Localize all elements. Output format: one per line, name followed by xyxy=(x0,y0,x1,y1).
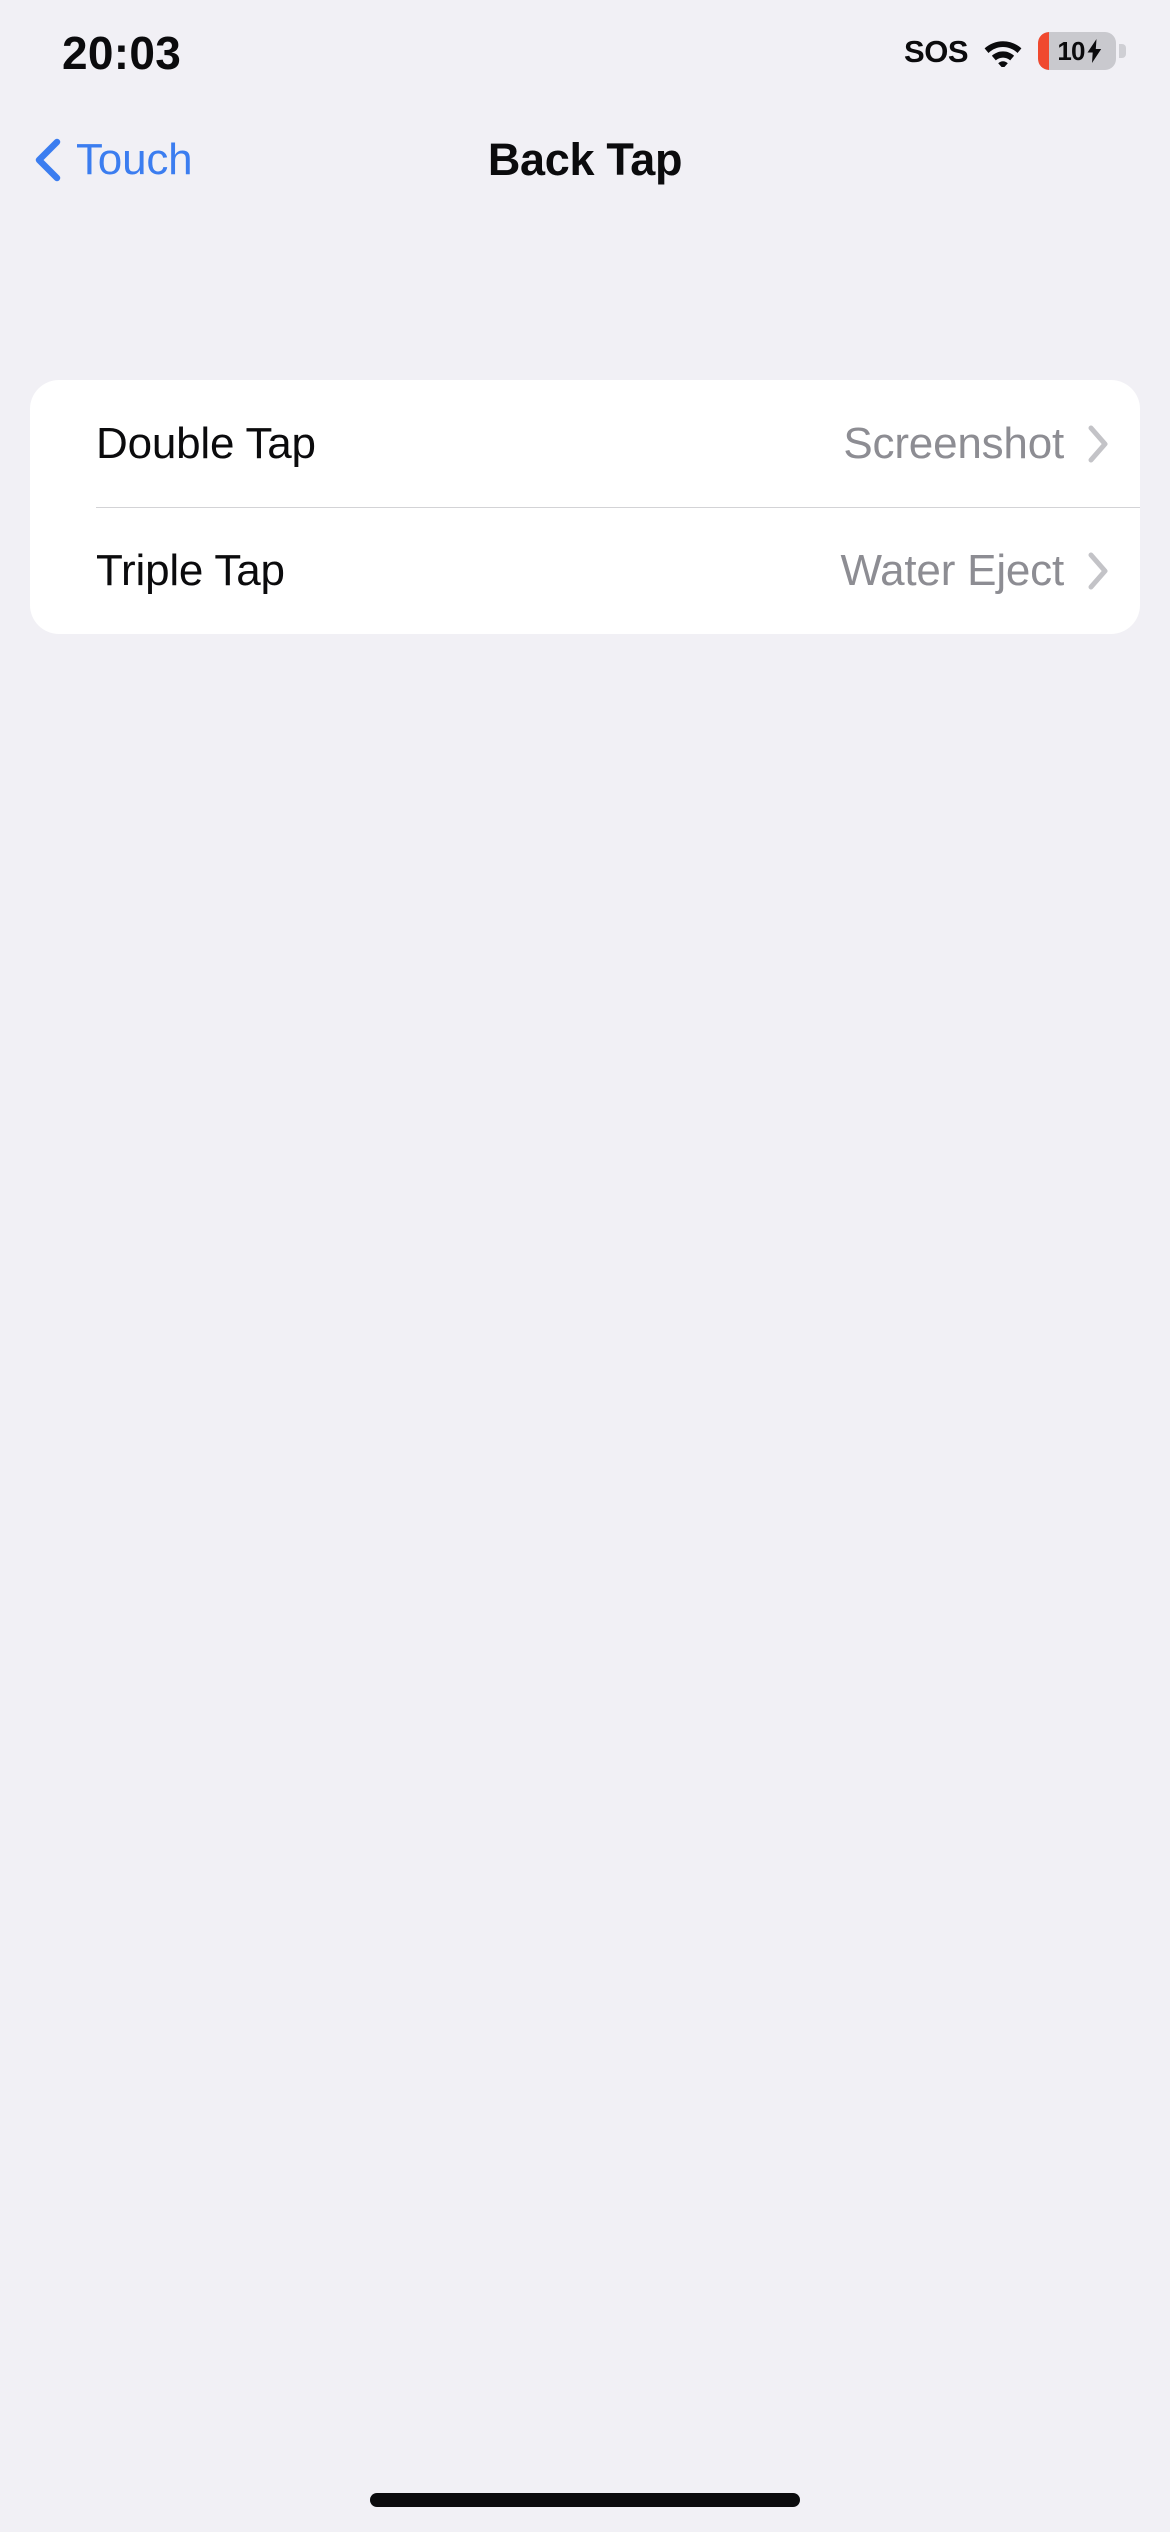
battery-percent-group: 10 xyxy=(1038,36,1116,67)
back-button[interactable]: Touch xyxy=(30,110,193,210)
sos-indicator: SOS xyxy=(904,33,968,69)
iphone-screen: 20:03 SOS 10 Back Tap Touch Double Tap S… xyxy=(0,0,1170,2532)
chevron-right-icon xyxy=(1086,551,1110,591)
settings-row-label: Double Tap xyxy=(96,418,316,468)
settings-row-triple-tap[interactable]: Triple Tap Water Eject xyxy=(30,507,1140,634)
navigation-bar: Back Tap Touch xyxy=(0,110,1170,210)
home-indicator[interactable] xyxy=(370,2493,800,2507)
settings-row-label: Triple Tap xyxy=(96,545,285,595)
battery-indicator: 10 xyxy=(1038,32,1126,70)
battery-body: 10 xyxy=(1038,32,1116,70)
back-button-label: Touch xyxy=(76,135,193,184)
settings-row-value: Screenshot xyxy=(843,418,1064,468)
battery-percent-label: 10 xyxy=(1057,35,1085,66)
settings-row-double-tap[interactable]: Double Tap Screenshot xyxy=(30,380,1140,507)
status-bar: 20:03 SOS 10 xyxy=(0,0,1170,110)
lightning-bolt-icon xyxy=(1086,39,1103,63)
status-bar-time: 20:03 xyxy=(62,27,182,79)
battery-cap xyxy=(1119,44,1126,58)
settings-row-value: Water Eject xyxy=(840,545,1064,595)
status-bar-indicators: SOS 10 xyxy=(904,30,1126,72)
chevron-right-icon xyxy=(1086,424,1110,464)
wifi-icon xyxy=(982,35,1024,69)
settings-group: Double Tap Screenshot Triple Tap Water E… xyxy=(30,380,1140,634)
chevron-left-icon xyxy=(30,138,64,182)
